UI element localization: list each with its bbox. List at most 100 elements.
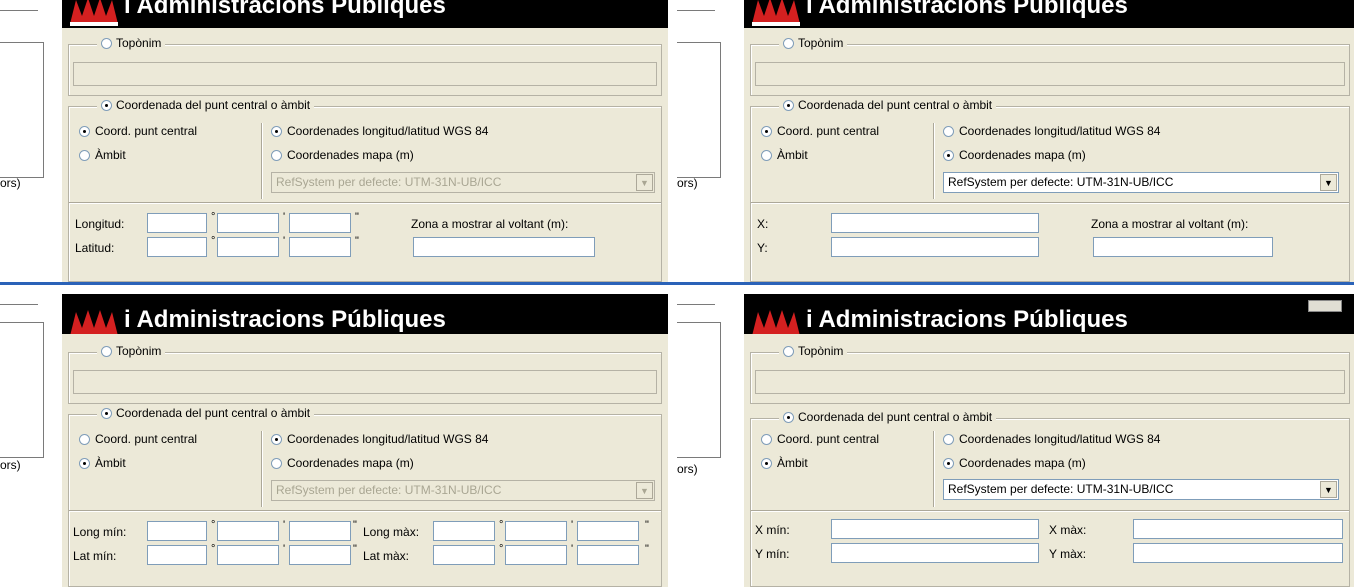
central-radio[interactable] — [761, 125, 772, 137]
wgs84-option[interactable]: Coordenades longitud/latitud WGS 84 — [943, 124, 1160, 138]
toponim-input[interactable] — [755, 370, 1345, 394]
long-min-deg-input[interactable] — [147, 521, 207, 541]
x-max-input[interactable] — [1133, 519, 1343, 539]
deg-mark: ° — [211, 519, 216, 531]
latitud-sec-input[interactable] — [289, 237, 351, 257]
lat-min-deg-input[interactable] — [147, 545, 207, 565]
zona-input[interactable] — [1093, 237, 1273, 257]
ambit-option[interactable]: Àmbit — [79, 148, 126, 162]
toponim-radio[interactable] — [101, 345, 112, 357]
coord-radio[interactable] — [101, 99, 112, 111]
long-max-deg-input[interactable] — [433, 521, 495, 541]
toponim-radio[interactable] — [783, 345, 794, 357]
mapa-radio[interactable] — [943, 149, 954, 161]
chevron-down-icon[interactable]: ▼ — [636, 482, 653, 499]
central-option[interactable]: Coord. punt central — [761, 124, 879, 138]
central-option[interactable]: Coord. punt central — [761, 432, 879, 446]
longitud-deg-input[interactable] — [147, 213, 207, 233]
wgs84-radio[interactable] — [271, 125, 282, 137]
mapa-radio[interactable] — [271, 457, 282, 469]
x-min-label: X mín: — [755, 523, 790, 537]
y-min-input[interactable] — [831, 543, 1039, 563]
window-button[interactable] — [1308, 300, 1342, 312]
central-radio[interactable] — [79, 433, 90, 445]
mapa-option[interactable]: Coordenades mapa (m) — [943, 148, 1086, 162]
lat-max-sec-input[interactable] — [577, 545, 639, 565]
toponim-legend[interactable]: Topònim — [97, 36, 166, 50]
toponim-legend[interactable]: Topònim — [97, 344, 166, 358]
lat-max-min-input[interactable] — [505, 545, 567, 565]
ambit-radio[interactable] — [761, 457, 772, 469]
chevron-down-icon[interactable]: ▼ — [1320, 481, 1337, 498]
coord-radio[interactable] — [783, 411, 794, 423]
toponim-legend[interactable]: Topònim — [779, 36, 848, 50]
refsystem-select[interactable]: RefSystem per defecte: UTM-31N-UB/ICC ▼ — [271, 172, 655, 193]
deg-mark: ° — [211, 543, 216, 555]
window-edge-line — [677, 304, 715, 305]
mapa-radio[interactable] — [271, 149, 282, 161]
background-window-frame — [0, 322, 44, 458]
refsystem-select[interactable]: RefSystem per defecte: UTM-31N-UB/ICC ▼ — [943, 479, 1339, 500]
chevron-down-icon[interactable]: ▼ — [636, 174, 653, 191]
long-max-min-input[interactable] — [505, 521, 567, 541]
long-min-min-input[interactable] — [217, 521, 279, 541]
ambit-radio[interactable] — [79, 457, 90, 469]
central-option[interactable]: Coord. punt central — [79, 124, 197, 138]
toponim-input[interactable] — [755, 62, 1345, 86]
toponim-radio[interactable] — [783, 37, 794, 49]
longitud-sec-input[interactable] — [289, 213, 351, 233]
x-input[interactable] — [831, 213, 1039, 233]
background-window-edge: ors) — [0, 294, 62, 587]
central-radio[interactable] — [761, 433, 772, 445]
toponim-radio[interactable] — [101, 37, 112, 49]
y-max-input[interactable] — [1133, 543, 1343, 563]
coord-legend[interactable]: Coordenada del punt central o àmbit — [779, 98, 997, 112]
wgs84-radio[interactable] — [943, 433, 954, 445]
y-input[interactable] — [831, 237, 1039, 257]
lat-min-sec-input[interactable] — [289, 545, 351, 565]
coord-radio[interactable] — [101, 407, 112, 419]
central-radio[interactable] — [79, 125, 90, 137]
wgs84-option[interactable]: Coordenades longitud/latitud WGS 84 — [271, 432, 488, 446]
mapa-option[interactable]: Coordenades mapa (m) — [943, 456, 1086, 470]
mapa-radio[interactable] — [943, 457, 954, 469]
refsystem-select[interactable]: RefSystem per defecte: UTM-31N-UB/ICC ▼ — [943, 172, 1339, 193]
ambit-radio[interactable] — [761, 149, 772, 161]
coord-group: Coordenada del punt central o àmbit Coor… — [68, 406, 662, 587]
long-min-sec-input[interactable] — [289, 521, 351, 541]
wgs84-radio[interactable] — [271, 433, 282, 445]
window-edge-line — [677, 10, 715, 11]
toponim-input[interactable] — [73, 370, 657, 394]
ambit-radio[interactable] — [79, 149, 90, 161]
wgs84-option[interactable]: Coordenades longitud/latitud WGS 84 — [943, 432, 1160, 446]
central-option[interactable]: Coord. punt central — [79, 432, 197, 446]
chevron-down-icon[interactable]: ▼ — [1320, 174, 1337, 191]
central-label: Coord. punt central — [777, 432, 880, 446]
refsystem-select[interactable]: RefSystem per defecte: UTM-31N-UB/ICC ▼ — [271, 480, 655, 501]
lat-max-deg-input[interactable] — [433, 545, 495, 565]
coord-legend[interactable]: Coordenada del punt central o àmbit — [779, 410, 997, 424]
latitud-label: Latitud: — [75, 241, 115, 255]
min-mark: ' — [571, 543, 574, 555]
mapa-option[interactable]: Coordenades mapa (m) — [271, 456, 414, 470]
longitud-min-input[interactable] — [217, 213, 279, 233]
latitud-deg-input[interactable] — [147, 237, 207, 257]
ambit-option[interactable]: Àmbit — [761, 148, 808, 162]
coord-legend[interactable]: Coordenada del punt central o àmbit — [97, 98, 315, 112]
long-max-sec-input[interactable] — [577, 521, 639, 541]
coord-radio[interactable] — [783, 99, 794, 111]
toponim-input[interactable] — [73, 62, 657, 86]
wgs84-radio[interactable] — [943, 125, 954, 137]
ambit-option[interactable]: Àmbit — [761, 456, 808, 470]
zona-input[interactable] — [413, 237, 595, 257]
coord-legend[interactable]: Coordenada del punt central o àmbit — [97, 406, 315, 420]
lat-min-min-input[interactable] — [217, 545, 279, 565]
ambit-option[interactable]: Àmbit — [79, 456, 126, 470]
mapa-option[interactable]: Coordenades mapa (m) — [271, 148, 414, 162]
x-label: X: — [757, 217, 769, 231]
wgs84-option[interactable]: Coordenades longitud/latitud WGS 84 — [271, 124, 488, 138]
toponim-legend[interactable]: Topònim — [779, 344, 848, 358]
latitud-min-input[interactable] — [217, 237, 279, 257]
divider — [751, 510, 1349, 511]
x-min-input[interactable] — [831, 519, 1039, 539]
